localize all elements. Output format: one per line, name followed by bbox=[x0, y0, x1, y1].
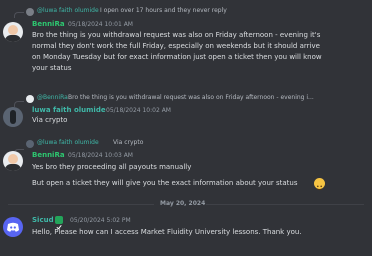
verified-badge-icon bbox=[55, 216, 63, 230]
divider-line-right bbox=[206, 204, 364, 205]
reply-avatar bbox=[26, 8, 34, 16]
avatar[interactable] bbox=[3, 151, 23, 171]
reply-curve-icon bbox=[14, 12, 24, 18]
author-name[interactable]: BenniRa bbox=[32, 20, 65, 28]
reply-author[interactable]: @luwa faith olumide bbox=[37, 139, 99, 146]
avatar[interactable] bbox=[3, 107, 23, 127]
reply-avatar bbox=[26, 140, 34, 148]
reply-author[interactable]: @BenniRa bbox=[37, 94, 68, 101]
author-name[interactable]: Sicud bbox=[32, 216, 54, 224]
message-line: Yes bro they proceeding all payouts manu… bbox=[32, 163, 192, 171]
reply-text[interactable]: Via crypto bbox=[113, 139, 193, 146]
author-name[interactable]: luwa faith olumide bbox=[32, 106, 106, 114]
message-line: normal they don't work the full Friday, … bbox=[32, 42, 320, 50]
discord-logo-icon[interactable] bbox=[3, 217, 23, 237]
message-content: Hello, Please how can I access Market Fl… bbox=[32, 228, 302, 236]
emoji-slight-smile-icon[interactable] bbox=[314, 178, 325, 191]
message-content: Via crypto bbox=[32, 116, 68, 124]
author-name[interactable]: BenniRa bbox=[32, 151, 65, 159]
timestamp: 05/18/2024 10:03 AM bbox=[68, 152, 133, 159]
timestamp: 05/18/2024 10:02 AM bbox=[106, 107, 171, 114]
reply-curve-icon bbox=[14, 101, 24, 107]
message-line: But open a ticket they will give you the… bbox=[32, 179, 298, 187]
divider-line-left bbox=[8, 204, 154, 205]
timestamp: 05/18/2024 10:01 AM bbox=[68, 21, 133, 28]
date-divider-label: May 20, 2024 bbox=[160, 200, 206, 207]
reply-avatar bbox=[26, 95, 34, 103]
message-line: on Monday Tuesday but for exact informat… bbox=[32, 53, 322, 61]
reply-author[interactable]: @luwa faith olumide bbox=[37, 7, 99, 14]
message-line: your status bbox=[32, 64, 72, 72]
avatar[interactable] bbox=[3, 22, 23, 42]
timestamp: 05/20/2024 5:02 PM bbox=[70, 217, 131, 224]
reply-text[interactable]: I open over 17 hours and they never repl… bbox=[100, 7, 250, 14]
message-line: Bro the thing is you withdrawal request … bbox=[32, 31, 321, 39]
reply-text[interactable]: Bro the thing is you withdrawal request … bbox=[68, 94, 370, 101]
message-content: Bro the thing is you withdrawal request … bbox=[32, 30, 370, 74]
